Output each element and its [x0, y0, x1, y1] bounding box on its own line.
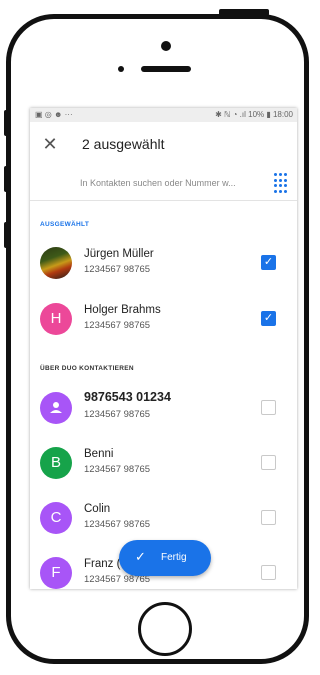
front-camera — [161, 41, 171, 51]
contact-number: 1234567 98765 — [84, 320, 151, 331]
checkbox-unchecked[interactable] — [261, 400, 276, 415]
contact-number: 1234567 98765 — [84, 464, 151, 475]
checkbox-checked[interactable]: ✓ — [261, 255, 276, 270]
avatar: H — [40, 303, 72, 335]
contact-name: Franz ( — [84, 558, 121, 570]
volume-up-button — [4, 110, 10, 136]
avatar — [40, 392, 72, 424]
contact-row[interactable]: B Benni 1234567 98765 — [30, 438, 297, 488]
checkbox-checked[interactable]: ✓ — [261, 311, 276, 326]
contact-number: 1234567 98765 — [84, 519, 151, 530]
section-header-duo: ÜBER DUO KONTAKTIEREN — [40, 365, 134, 372]
done-button[interactable]: ✓ Fertig — [119, 540, 211, 576]
checkbox-unchecked[interactable] — [261, 565, 276, 580]
contact-row[interactable]: C Colin 1234567 98765 — [30, 493, 297, 543]
earpiece-speaker — [141, 66, 191, 72]
search-input[interactable] — [80, 174, 270, 192]
close-icon[interactable]: ✕ — [40, 134, 60, 154]
dialpad-icon[interactable] — [274, 173, 288, 193]
contact-name: Holger Brahms — [84, 304, 161, 316]
selection-title: 2 ausgewählt — [82, 136, 165, 152]
check-icon: ✓ — [135, 549, 146, 564]
contact-number: 1234567 98765 — [84, 264, 151, 275]
checkbox-unchecked[interactable] — [261, 455, 276, 470]
avatar: F — [40, 557, 72, 589]
contact-number: 1234567 98765 — [84, 409, 151, 420]
avatar: C — [40, 502, 72, 534]
contact-name: Colin — [84, 503, 111, 515]
app-bar: ✕ 2 ausgewählt — [30, 122, 297, 168]
person-icon — [50, 402, 62, 413]
contact-name: 9876543 01234 — [84, 390, 171, 404]
mute-switch — [4, 222, 10, 248]
contact-name: Benni — [84, 448, 114, 460]
contact-name: Jürgen Müller — [84, 248, 154, 260]
contact-row[interactable]: Jürgen Müller 1234567 98765 ✓ — [30, 238, 297, 288]
avatar — [40, 247, 72, 279]
status-right-info: ✱ ℕ ◔ .ıl 10% ▮ 18:00 — [215, 110, 293, 119]
sensor — [118, 66, 124, 72]
search-bar — [30, 168, 297, 201]
power-button — [219, 9, 269, 16]
checkbox-unchecked[interactable] — [261, 510, 276, 525]
volume-down-button — [4, 166, 10, 192]
contact-row[interactable]: H Holger Brahms 1234567 98765 ✓ — [30, 294, 297, 344]
status-bar: ▣ ◎ ☻ ··· ✱ ℕ ◔ .ıl 10% ▮ 18:00 — [30, 108, 297, 122]
status-left-icons: ▣ ◎ ☻ ··· — [35, 110, 73, 119]
home-button[interactable] — [138, 602, 192, 656]
screen: ▣ ◎ ☻ ··· ✱ ℕ ◔ .ıl 10% ▮ 18:00 ✕ 2 ausg… — [30, 108, 297, 589]
avatar: B — [40, 447, 72, 479]
done-label: Fertig — [161, 552, 187, 563]
contact-row[interactable]: 9876543 01234 1234567 98765 — [30, 383, 297, 433]
section-header-selected: AUSGEWÄHLT — [40, 221, 90, 228]
